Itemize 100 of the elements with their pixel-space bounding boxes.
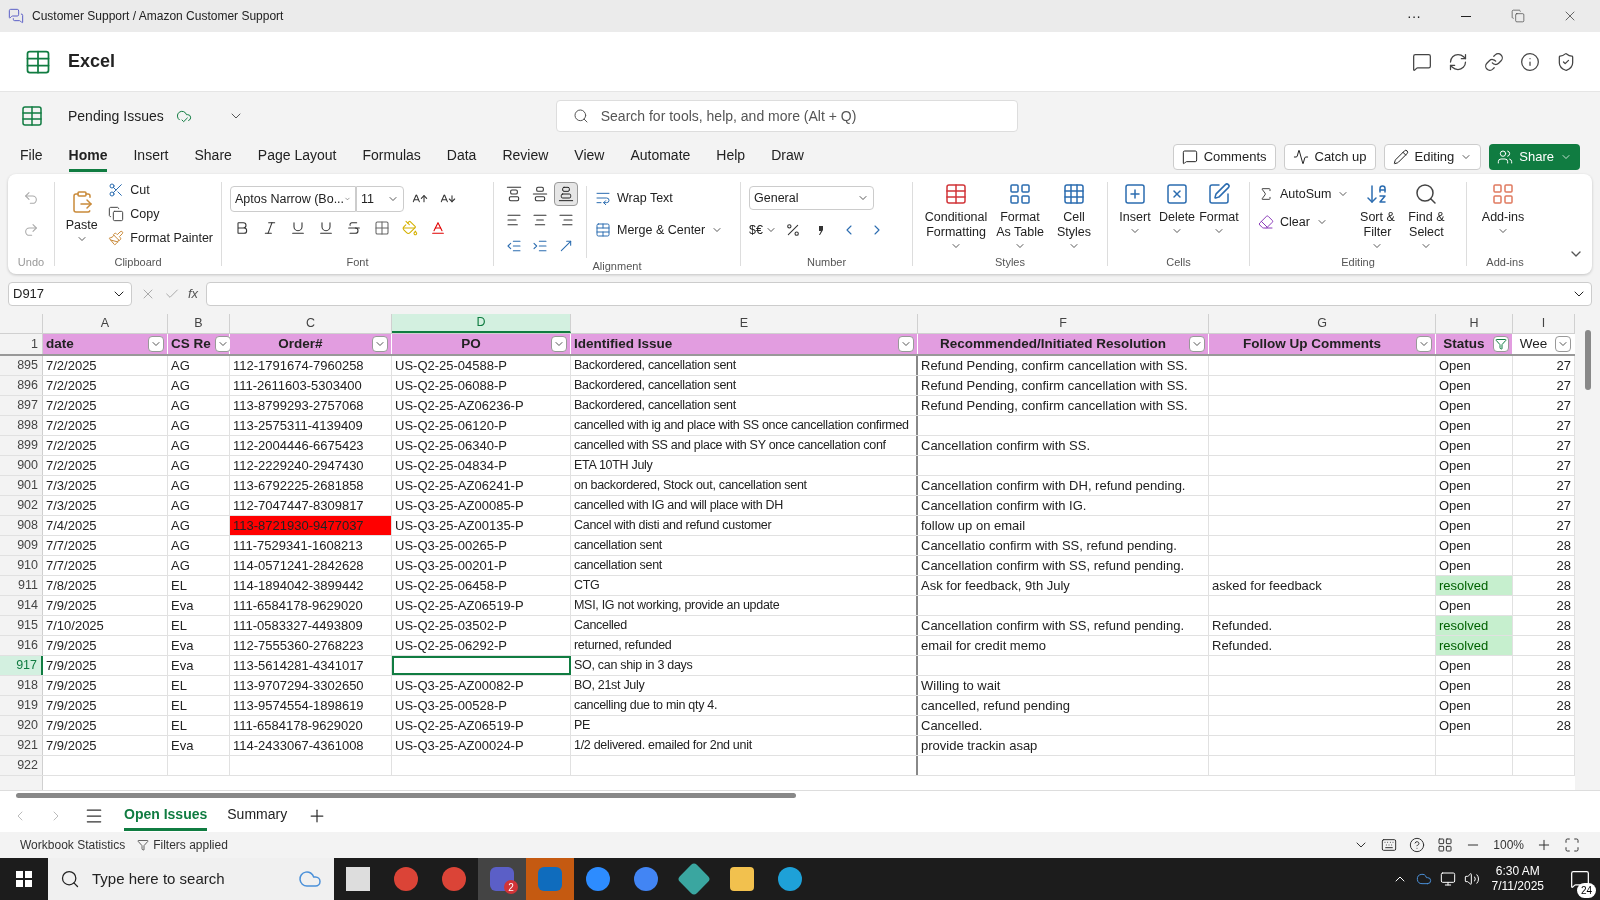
row-header[interactable]: 921 (0, 736, 43, 755)
insert-cells-button[interactable]: Insert (1116, 182, 1154, 237)
row-header[interactable]: 902 (0, 496, 43, 515)
copy-button[interactable]: Copy (108, 202, 213, 226)
column-header[interactable]: B (168, 314, 230, 333)
autosum-button[interactable]: AutoSum (1258, 182, 1350, 206)
help-icon[interactable] (1409, 837, 1426, 853)
column-header[interactable]: F (918, 314, 1209, 333)
row-header[interactable]: 920 (0, 716, 43, 735)
row-header[interactable]: 914 (0, 596, 43, 615)
column-header[interactable]: D (392, 314, 571, 333)
row-header[interactable]: 915 (0, 616, 43, 635)
conditional-formatting-button[interactable]: Conditional Formatting (921, 182, 991, 252)
refresh-icon[interactable] (1448, 51, 1468, 72)
formula-field[interactable] (206, 282, 1592, 306)
format-as-table-button[interactable]: Format As Table (995, 182, 1045, 252)
volume-icon[interactable] (1463, 871, 1480, 887)
zoom-in-icon[interactable] (1536, 837, 1552, 853)
row-header[interactable]: 899 (0, 436, 43, 455)
column-header[interactable]: A (43, 314, 168, 333)
number-format-field[interactable]: General (749, 186, 874, 210)
bottom-align-button[interactable] (554, 182, 578, 206)
menu-tab[interactable]: Automate (630, 142, 691, 172)
vertical-scrollbar[interactable] (1575, 314, 1600, 790)
font-size-field[interactable]: 11 (356, 186, 404, 212)
find-select-button[interactable]: Find & Select (1405, 182, 1448, 252)
clear-button[interactable]: Clear (1258, 210, 1350, 234)
row-header[interactable]: 922 (0, 756, 43, 775)
filter-button[interactable] (1555, 336, 1571, 352)
row-header[interactable]: 895 (0, 356, 43, 375)
view-icon[interactable] (1437, 837, 1454, 853)
row-header[interactable]: 910 (0, 556, 43, 575)
clock[interactable]: 6:30 AM 7/11/2025 (1491, 864, 1544, 894)
fullscreen-icon[interactable] (1564, 837, 1580, 853)
add-ins-button[interactable]: Add-ins (1475, 182, 1531, 237)
row-header[interactable]: 897 (0, 396, 43, 415)
shield-icon[interactable] (1556, 51, 1576, 72)
teams-icon[interactable]: 2 (478, 858, 526, 900)
more-button[interactable]: ··· (1392, 5, 1436, 27)
filter-button[interactable] (1189, 336, 1205, 352)
share-button[interactable]: Share (1489, 144, 1580, 170)
cell-styles-button[interactable]: Cell Styles (1049, 182, 1099, 252)
menu-tab[interactable]: Formulas (362, 142, 421, 172)
menu-tab[interactable]: Review (502, 142, 549, 172)
menu-tab[interactable]: File (20, 142, 43, 172)
row-header[interactable]: 896 (0, 376, 43, 395)
row-header[interactable]: 917 (0, 656, 43, 675)
menu-tab[interactable]: Insert (133, 142, 169, 172)
filter-button[interactable] (214, 336, 231, 352)
wrap-text-button[interactable]: Wrap Text (595, 186, 724, 210)
filter-button[interactable] (898, 336, 914, 352)
filter-button[interactable] (1416, 336, 1432, 352)
font-name-field[interactable]: Aptos Narrow (Bo... (230, 186, 356, 212)
catch-up-button[interactable]: Catch up (1283, 144, 1376, 170)
format-cells-button[interactable]: Format (1200, 182, 1238, 237)
sort-filter-button[interactable]: Sort & Filter (1357, 182, 1398, 252)
windows-logo-icon[interactable] (16, 871, 32, 887)
row-header[interactable]: 916 (0, 636, 43, 655)
menu-tab[interactable]: Share (194, 142, 232, 172)
info-icon[interactable] (1520, 51, 1540, 72)
paste-button[interactable]: Paste (63, 178, 101, 250)
filter-button[interactable] (372, 336, 388, 352)
editing-button[interactable]: Editing (1383, 144, 1482, 170)
menu-tab[interactable]: Help (716, 142, 746, 172)
merge-center-button[interactable]: Merge & Center (595, 218, 724, 242)
filter-button[interactable] (148, 336, 164, 352)
menu-tab[interactable]: View (574, 142, 605, 172)
menu-tab[interactable]: Data (446, 142, 477, 172)
link-icon[interactable] (1484, 51, 1504, 72)
comments-button[interactable]: Comments (1172, 144, 1276, 170)
name-box[interactable]: D917 (8, 282, 132, 306)
keyboard-icon[interactable] (1381, 837, 1398, 853)
menu-tab[interactable]: Draw (771, 142, 804, 172)
column-header[interactable]: H (1436, 314, 1513, 333)
chat-icon[interactable] (1412, 51, 1432, 72)
column-header[interactable]: G (1209, 314, 1436, 333)
row-header[interactable]: 900 (0, 456, 43, 475)
row-header[interactable]: 898 (0, 416, 43, 435)
horizontal-scrollbar[interactable] (16, 793, 796, 798)
filter-button[interactable] (1493, 336, 1509, 352)
delete-cells-button[interactable]: Delete (1158, 182, 1196, 237)
search-field[interactable]: Search for tools, help, and more (Alt + Q) (555, 100, 1018, 132)
currency-button[interactable]: $€ (749, 220, 777, 240)
row-header[interactable]: 908 (0, 516, 43, 535)
cut-button[interactable]: Cut (108, 178, 213, 202)
filter-button[interactable] (551, 336, 567, 352)
row-header[interactable]: 911 (0, 576, 43, 595)
sheet-tab[interactable]: Summary (227, 801, 288, 831)
row-header[interactable]: 909 (0, 536, 43, 555)
menu-tab[interactable]: Page Layout (257, 142, 337, 172)
column-header[interactable]: E (571, 314, 918, 333)
table-cell: EL (168, 676, 230, 695)
format-painter-button[interactable]: Format Painter (108, 226, 213, 250)
row-header[interactable]: 1 (0, 334, 43, 354)
taskbar-search-field[interactable]: Type here to search (48, 858, 334, 900)
row-header[interactable]: 919 (0, 696, 43, 715)
insert-function-button[interactable]: fx (188, 284, 199, 304)
row-header[interactable]: 901 (0, 476, 43, 495)
row-header[interactable]: 918 (0, 676, 43, 695)
network-icon[interactable] (1439, 871, 1456, 887)
